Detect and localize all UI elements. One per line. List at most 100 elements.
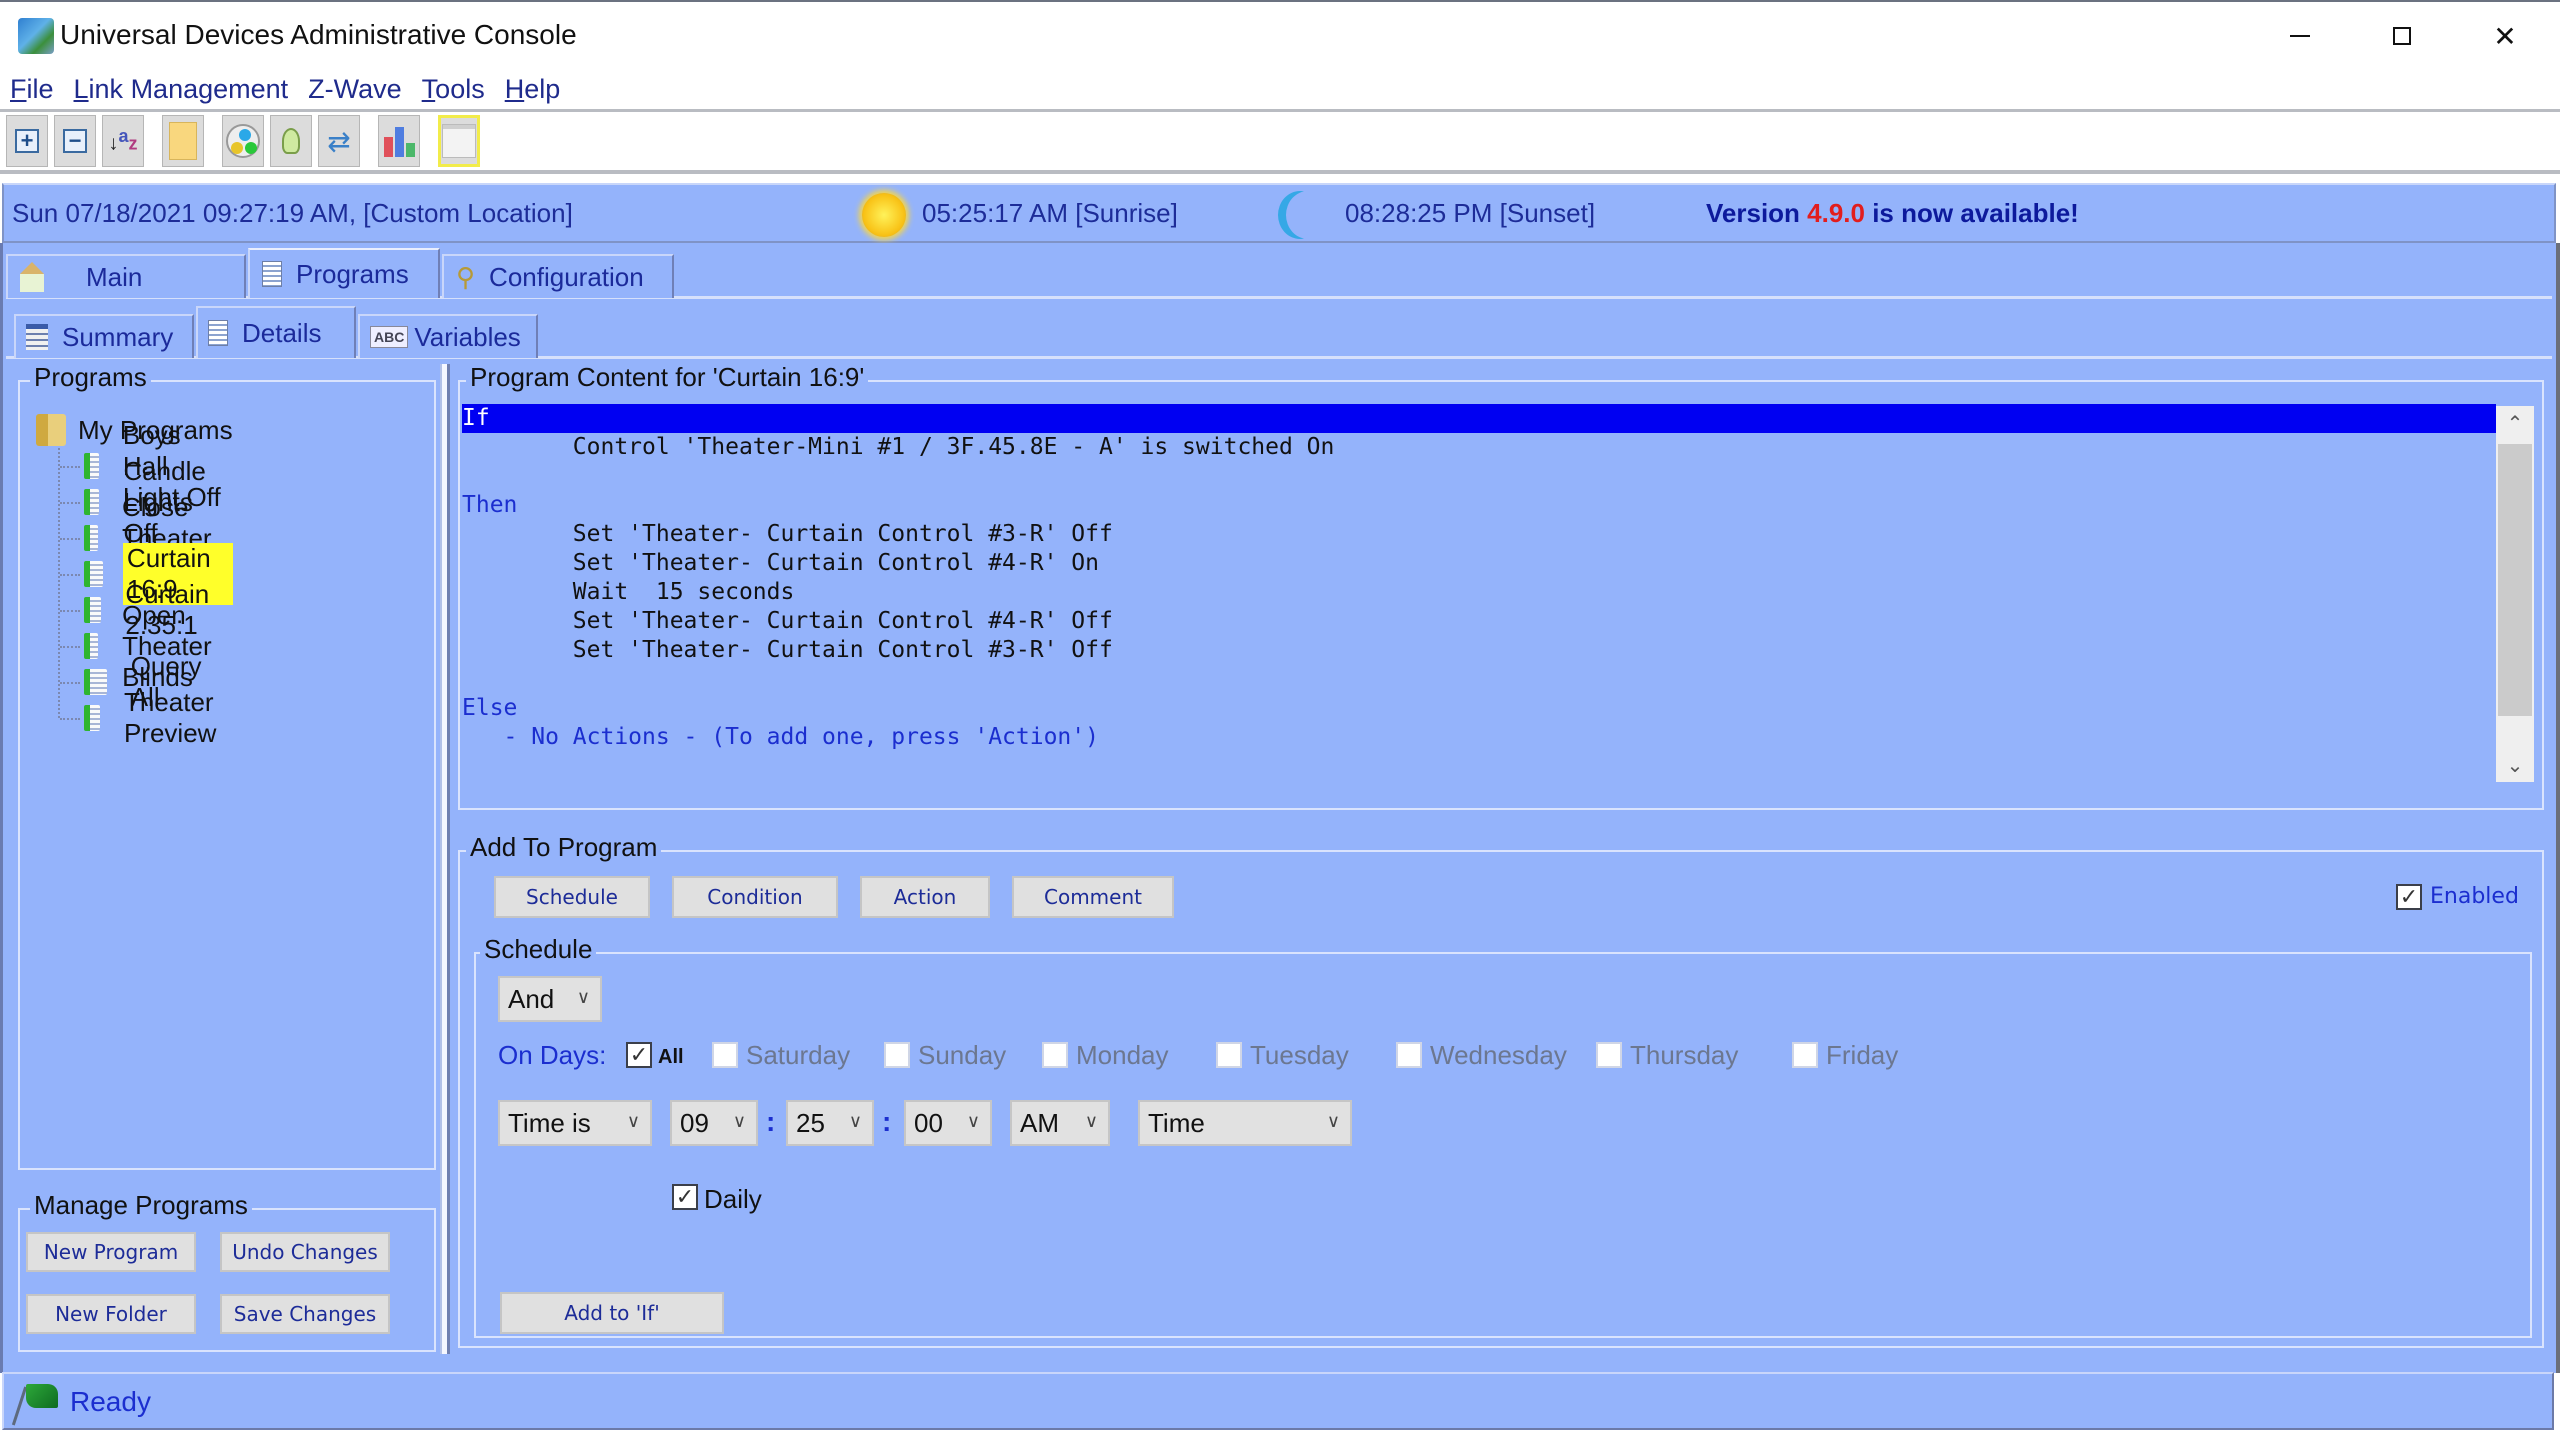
day-checkbox-friday[interactable] — [1792, 1042, 1818, 1068]
program-icon — [84, 453, 99, 479]
window-button[interactable] — [438, 115, 480, 167]
program-content-editor[interactable]: If Control 'Theater-Mini #1 / 3F.45.8E -… — [462, 404, 2496, 794]
minute-select[interactable]: 25 ∨ — [786, 1100, 874, 1146]
menu-tools[interactable]: Tools — [422, 74, 485, 105]
version-notice[interactable]: Version 4.9.0 is now available! — [1706, 198, 2079, 229]
day-label-sunday: Sunday — [918, 1040, 1007, 1070]
sun-icon — [862, 193, 906, 237]
house-icon — [20, 262, 44, 292]
hour-value: 09 — [680, 1107, 709, 1138]
code-line[interactable]: Set 'Theater- Curtain Control #3-R' Off — [462, 636, 2496, 665]
panel-splitter[interactable] — [440, 364, 450, 1354]
details-doc-icon — [208, 320, 228, 346]
time-separator: : — [766, 1106, 776, 1137]
save-changes-button[interactable]: Save Changes — [220, 1294, 390, 1334]
abc-icon: ABC — [370, 326, 409, 348]
day-checkbox-thursday[interactable] — [1596, 1042, 1622, 1068]
code-line[interactable]: Control 'Theater-Mini #1 / 3F.45.8E - A'… — [462, 433, 2496, 462]
day-checkbox-wednesday[interactable] — [1396, 1042, 1422, 1068]
code-line-selected[interactable]: If — [462, 404, 2496, 433]
enabled-label: Enabled — [2430, 884, 2519, 909]
enabled-checkbox[interactable]: ✓ — [2396, 884, 2422, 910]
tab-configuration[interactable]: ⚲ Configuration — [442, 254, 674, 298]
chevron-down-icon[interactable]: ⌄ — [2496, 748, 2534, 782]
toolbar: + − ↓az ⇄ — [0, 112, 2560, 174]
hour-select[interactable]: 09 ∨ — [670, 1100, 758, 1146]
menu-link-management[interactable]: Link Management — [74, 74, 289, 105]
day-checkbox-monday[interactable] — [1042, 1042, 1068, 1068]
day-checkbox-saturday[interactable] — [712, 1042, 738, 1068]
comment-button[interactable]: Comment — [1012, 876, 1174, 918]
tab-variables[interactable]: ABC Variables — [358, 314, 538, 358]
close-button[interactable]: ✕ — [2480, 16, 2530, 56]
action-button[interactable]: Action — [860, 876, 990, 918]
sort-button[interactable]: ↓az — [102, 115, 144, 167]
code-line[interactable]: Else — [462, 694, 2496, 723]
condition-button[interactable]: Condition — [672, 876, 838, 918]
tab-variables-label: Variables — [414, 321, 521, 352]
status-bar: Ready — [2, 1372, 2554, 1430]
program-detail-panel: Program Content for 'Curtain 16:9' If Co… — [452, 360, 2550, 1358]
second-select[interactable]: 00 ∨ — [904, 1100, 992, 1146]
new-program-button[interactable]: New Program — [26, 1232, 196, 1272]
day-label-monday: Monday — [1076, 1040, 1169, 1070]
tree-item-program[interactable]: Theater Preview — [60, 687, 233, 748]
code-line[interactable]: Set 'Theater- Curtain Control #4-R' On — [462, 549, 2496, 578]
lighting-button[interactable] — [270, 115, 312, 167]
expand-all-button[interactable]: + — [6, 115, 48, 167]
code-line[interactable] — [462, 462, 2496, 491]
sort-az-icon: ↓az — [108, 126, 138, 155]
menu-z-wave[interactable]: Z-Wave — [308, 74, 402, 105]
current-datetime: Sun 07/18/2021 09:27:19 AM, [Custom Loca… — [12, 197, 573, 228]
day-label-tuesday: Tuesday — [1250, 1040, 1349, 1070]
status-text: Ready — [70, 1386, 151, 1417]
chevron-up-icon[interactable]: ⌃ — [2496, 406, 2534, 440]
sunset-time: 08:28:25 PM [Sunset] — [1345, 197, 1596, 228]
content-scrollbar[interactable]: ⌃ ⌄ — [2496, 406, 2534, 782]
code-line[interactable]: Then — [462, 491, 2496, 520]
collapse-all-button[interactable]: − — [54, 115, 96, 167]
code-line[interactable]: Set 'Theater- Curtain Control #3-R' Off — [462, 520, 2496, 549]
tab-details[interactable]: Details — [196, 306, 356, 358]
menu-file[interactable]: File — [10, 74, 54, 105]
tab-main-label: Main — [86, 261, 143, 292]
scenes-button[interactable] — [222, 115, 264, 167]
code-line[interactable]: Set 'Theater- Curtain Control #4-R' Off — [462, 607, 2496, 636]
code-line[interactable]: Wait 15 seconds — [462, 578, 2496, 607]
notes-button[interactable] — [162, 115, 204, 167]
reports-button[interactable] — [378, 115, 420, 167]
time-type-select[interactable]: Time ∨ — [1138, 1100, 1352, 1146]
sync-icon: ⇄ — [327, 125, 351, 157]
maximize-icon — [2393, 27, 2411, 45]
all-days-checkbox[interactable]: ✓ — [626, 1042, 652, 1068]
schedule-legend: Schedule — [480, 934, 597, 965]
code-line[interactable] — [462, 665, 2496, 694]
new-folder-button[interactable]: New Folder — [26, 1294, 196, 1334]
time-mode-select[interactable]: Time is ∨ — [498, 1100, 652, 1146]
tab-main[interactable]: Main — [6, 254, 246, 298]
day-checkbox-sunday[interactable] — [884, 1042, 910, 1068]
menu-help[interactable]: Help — [505, 74, 561, 105]
info-bar: Sun 07/18/2021 09:27:19 AM, [Custom Loca… — [2, 183, 2556, 243]
day-checkbox-tuesday[interactable] — [1216, 1042, 1242, 1068]
window-icon — [442, 124, 476, 158]
schedule-button[interactable]: Schedule — [494, 876, 650, 918]
version-prefix: Version — [1706, 197, 1808, 228]
undo-changes-button[interactable]: Undo Changes — [220, 1232, 390, 1272]
tab-programs[interactable]: Programs — [248, 248, 440, 298]
program-icon — [84, 489, 100, 515]
maximize-button[interactable] — [2377, 16, 2427, 56]
daily-label: Daily — [704, 1184, 762, 1214]
minimize-button[interactable] — [2275, 16, 2325, 56]
ampm-select[interactable]: AM ∨ — [1010, 1100, 1110, 1146]
manage-programs-legend: Manage Programs — [30, 1190, 252, 1221]
tab-summary[interactable]: Summary — [14, 314, 194, 358]
scroll-thumb[interactable] — [2498, 444, 2532, 716]
refresh-button[interactable]: ⇄ — [318, 115, 360, 167]
daily-checkbox[interactable]: ✓ — [672, 1184, 698, 1210]
programs-panel: Programs My Programs Boys Hall Light Off… — [8, 360, 438, 1358]
logic-select[interactable]: And ∨ — [498, 976, 602, 1022]
plus-icon: + — [15, 129, 39, 153]
add-to-if-button[interactable]: Add to 'If' — [500, 1292, 724, 1334]
code-line[interactable]: - No Actions - (To add one, press 'Actio… — [462, 723, 2496, 752]
